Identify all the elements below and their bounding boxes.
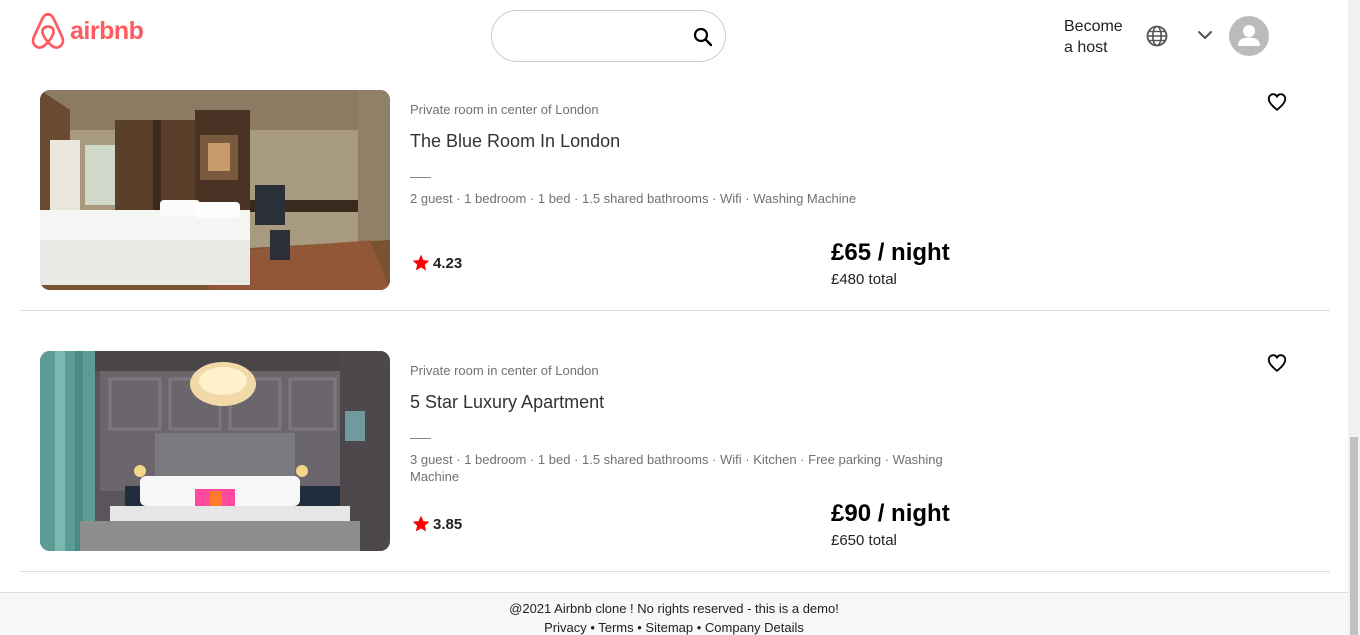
listing-image[interactable] xyxy=(40,351,390,551)
listing-price: £65 / night xyxy=(831,239,950,266)
listing-total: £650 total xyxy=(831,532,897,549)
listing-title[interactable]: The Blue Room In London xyxy=(410,131,620,152)
listing-subtitle: Private room in center of London xyxy=(410,102,599,117)
footer-link-privacy[interactable]: Privacy xyxy=(544,620,587,635)
star-icon xyxy=(412,254,430,271)
listing-image[interactable] xyxy=(40,90,390,290)
rating-value: 3.85 xyxy=(433,515,463,533)
listing-price: £90 / night xyxy=(831,500,950,527)
listing-rating: 3.85 xyxy=(411,514,462,534)
scrollbar-thumb[interactable] xyxy=(1350,437,1358,635)
listing-card[interactable]: Private room in center of London 5 Star … xyxy=(20,351,1330,572)
listing-subtitle: Private room in center of London xyxy=(410,363,599,378)
footer-link-terms[interactable]: Terms xyxy=(598,620,633,635)
listing-title[interactable]: 5 Star Luxury Apartment xyxy=(410,392,604,413)
footer-link-sitemap[interactable]: Sitemap xyxy=(645,620,693,635)
search-input[interactable] xyxy=(510,25,680,47)
footer-copyright: @2021 Airbnb clone ! No rights reserved … xyxy=(509,601,839,616)
bedroom-photo xyxy=(40,351,390,551)
heart-icon[interactable] xyxy=(1266,91,1288,113)
become-host-link[interactable]: Become a host xyxy=(1064,16,1134,58)
footer-separator: • xyxy=(633,620,646,635)
user-icon xyxy=(1238,25,1260,46)
listing-card[interactable]: Private room in center of London The Blu… xyxy=(20,90,1330,311)
search-icon xyxy=(693,27,713,47)
search-bar[interactable] xyxy=(491,10,726,62)
divider xyxy=(410,438,431,439)
airbnb-logo-icon xyxy=(31,12,65,49)
divider xyxy=(410,177,431,178)
search-button[interactable] xyxy=(691,25,715,49)
footer-links: Privacy • Terms • Sitemap • Company Deta… xyxy=(0,620,1348,635)
scrollbar[interactable] xyxy=(1348,0,1360,635)
footer-separator: • xyxy=(693,620,705,635)
avatar[interactable] xyxy=(1229,16,1269,56)
bedroom-photo xyxy=(40,90,390,290)
rating-value: 4.23 xyxy=(433,254,463,272)
heart-icon[interactable] xyxy=(1266,352,1288,374)
airbnb-logo[interactable]: airbnb xyxy=(30,12,144,50)
logo-text: airbnb xyxy=(70,17,144,45)
footer: @2021 Airbnb clone ! No rights reserved … xyxy=(0,592,1348,635)
footer-link-company-details[interactable]: Company Details xyxy=(705,620,804,635)
listing-amenities: 2 guest · 1 bedroom · 1 bed · 1.5 shared… xyxy=(410,191,857,206)
globe-icon[interactable] xyxy=(1145,24,1169,48)
listing-total: £480 total xyxy=(831,271,897,288)
listing-amenities: 3 guest · 1 bedroom · 1 bed · 1.5 shared… xyxy=(410,452,943,484)
listing-rating: 4.23 xyxy=(411,253,462,273)
footer-separator: • xyxy=(586,620,599,635)
header: airbnb Become a host xyxy=(0,0,1348,78)
chevron-down-icon[interactable] xyxy=(1194,24,1216,46)
star-icon xyxy=(412,515,430,532)
